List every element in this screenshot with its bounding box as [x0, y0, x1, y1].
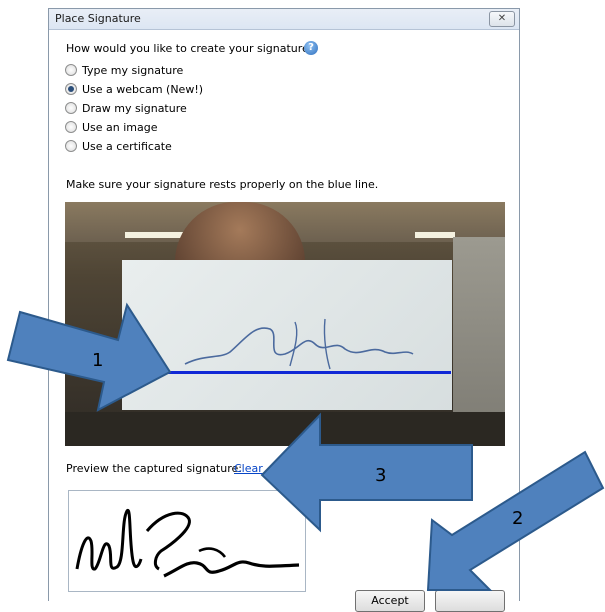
option-type-signature[interactable]: Type my signature — [65, 62, 183, 78]
close-icon: ✕ — [497, 13, 507, 24]
radio-use-image[interactable] — [65, 121, 77, 133]
option-label: Use a webcam (New!) — [82, 82, 204, 96]
option-use-webcam[interactable]: Use a webcam (New!) — [65, 81, 203, 97]
cancel-button[interactable] — [435, 590, 505, 612]
signature-preview — [68, 490, 306, 592]
ceiling-light — [415, 232, 455, 238]
option-label: Use an image — [82, 120, 158, 134]
option-use-certificate[interactable]: Use a certificate — [65, 138, 172, 154]
radio-use-webcam[interactable] — [65, 83, 77, 95]
preview-label: Preview the captured signature: — [66, 462, 242, 475]
radio-use-certificate[interactable] — [65, 140, 77, 152]
option-use-image[interactable]: Use an image — [65, 119, 158, 135]
option-label: Type my signature — [82, 63, 184, 77]
clear-link[interactable]: Clear — [234, 462, 263, 475]
option-label: Draw my signature — [82, 101, 187, 115]
accept-button[interactable]: Accept — [355, 590, 425, 612]
creation-method-question: How would you like to create your signat… — [66, 42, 315, 55]
webcam-feed — [65, 202, 505, 446]
annotation-number-2: 2 — [512, 508, 524, 529]
annotation-number-3: 3 — [375, 465, 387, 486]
option-label: Use a certificate — [82, 139, 172, 153]
dialog-titlebar: Place Signature ✕ — [49, 9, 519, 30]
close-button[interactable]: ✕ — [489, 11, 515, 27]
place-signature-dialog: Place Signature ✕ How would you like to … — [48, 8, 520, 612]
ceiling-light — [125, 232, 185, 238]
annotation-number-1: 1 — [92, 350, 104, 371]
webcam-signature-strokes — [184, 318, 414, 370]
dialog-content: How would you like to create your signat… — [49, 30, 519, 612]
captured-signature-image — [75, 509, 300, 578]
signature-baseline — [161, 371, 451, 374]
webcam-desk — [65, 412, 505, 446]
radio-type-signature[interactable] — [65, 64, 77, 76]
radio-draw-signature[interactable] — [65, 102, 77, 114]
baseline-instruction: Make sure your signature rests properly … — [66, 178, 379, 191]
dialog-title: Place Signature — [55, 12, 141, 25]
option-draw-signature[interactable]: Draw my signature — [65, 100, 187, 116]
help-icon[interactable]: ? — [304, 41, 318, 55]
